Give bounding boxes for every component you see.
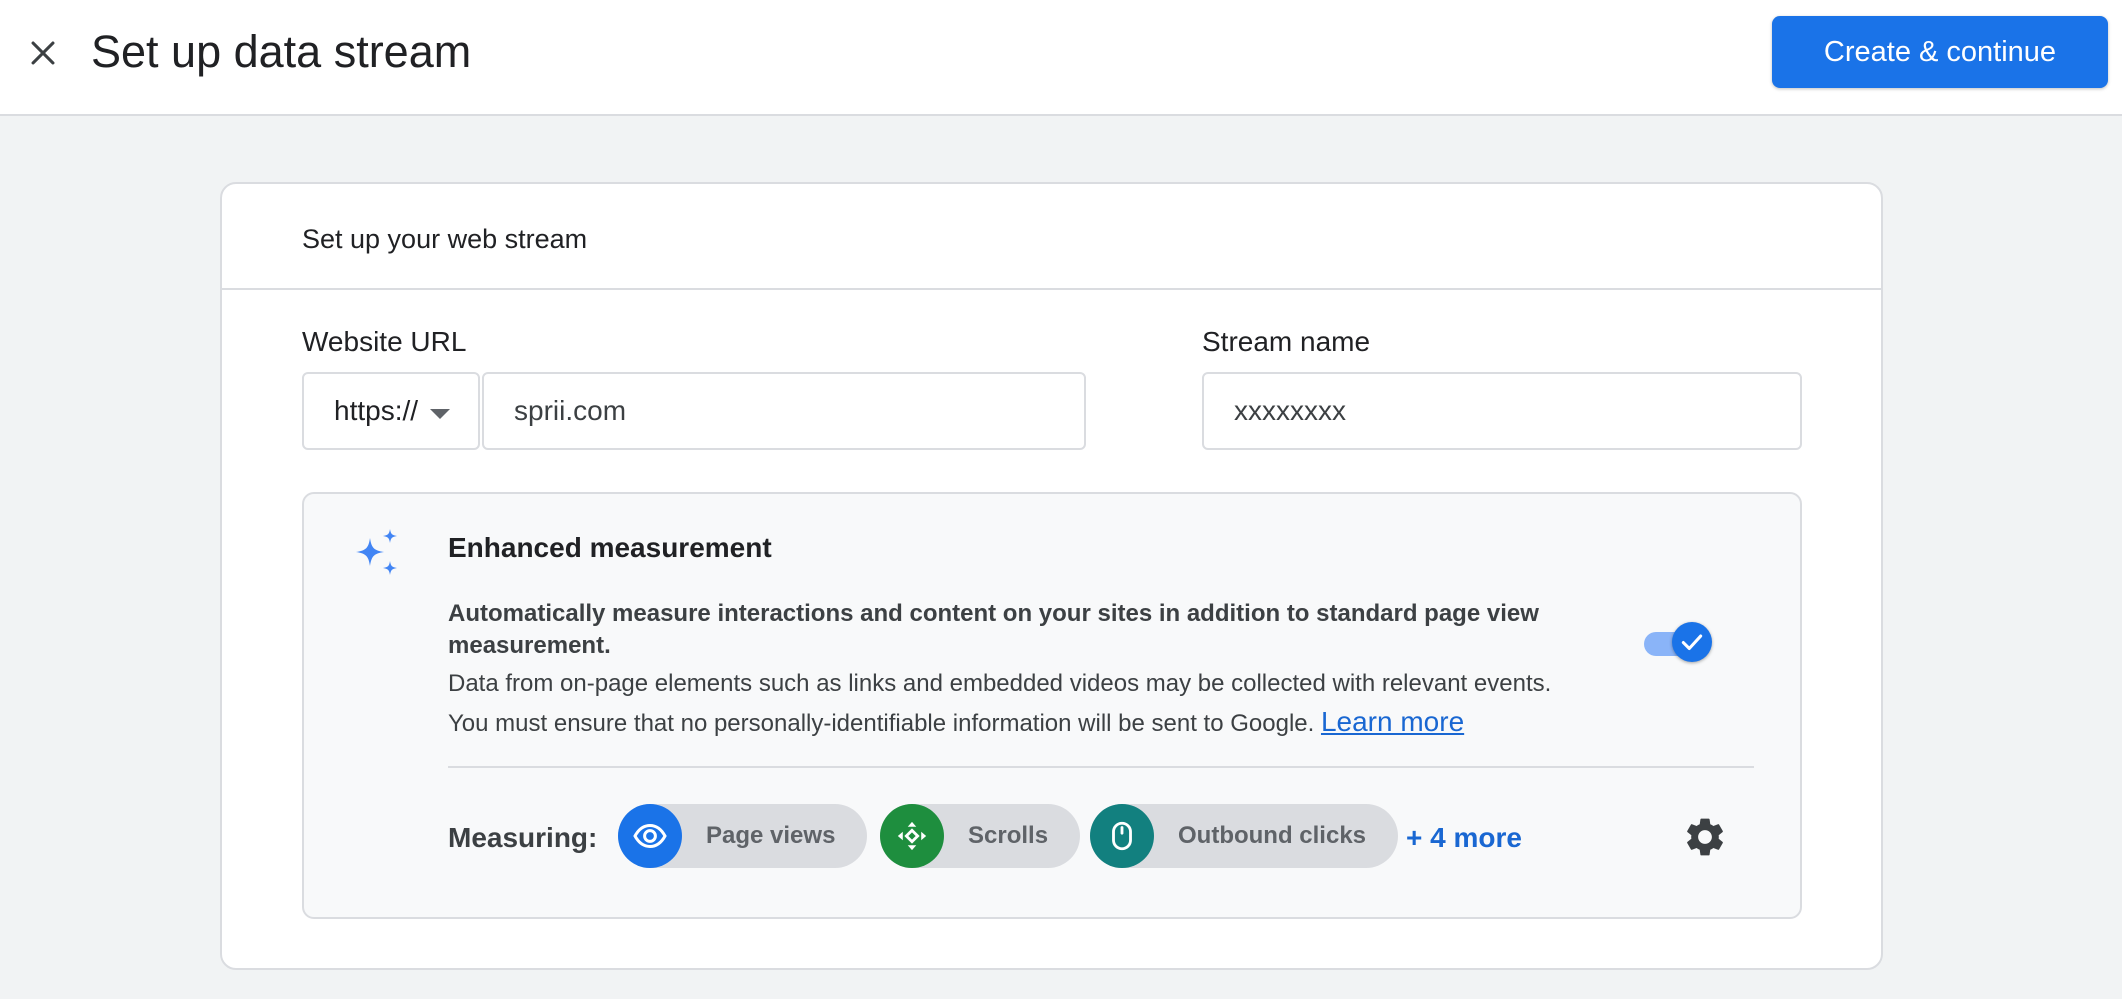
scroll-arrows-icon (880, 804, 944, 868)
privacy-text: You must ensure that no personally-ident… (448, 710, 1315, 737)
enhanced-measurement-title: Enhanced measurement (448, 532, 772, 563)
sparkle-icon (356, 529, 397, 575)
website-url-value: sprii.com (514, 395, 627, 426)
chip-label: Outbound clicks (1178, 822, 1367, 849)
more-events-link[interactable]: + 4 more (1406, 822, 1522, 854)
top-bar: Set up data stream Create & continue (0, 0, 2122, 116)
web-stream-card: Set up your web stream Website URL https… (220, 182, 1883, 970)
stream-name-input[interactable]: xxxxxxxx (1202, 372, 1802, 450)
card-header: Set up your web stream (222, 184, 1881, 290)
page-title: Set up data stream (91, 26, 472, 77)
enhanced-measurement-toggle[interactable] (1642, 620, 1718, 664)
website-url-input[interactable]: sprii.com (482, 372, 1086, 450)
close-icon (31, 41, 55, 65)
url-scheme-select[interactable]: https:// (302, 372, 480, 450)
create-continue-button[interactable]: Create & continue (1772, 16, 2108, 88)
stream-name-value: xxxxxxxx (1234, 395, 1346, 426)
website-url-label: Website URL (302, 326, 467, 357)
toggle-knob (1672, 622, 1712, 662)
measuring-label: Measuring: (448, 822, 598, 853)
stream-name-label: Stream name (1202, 326, 1371, 357)
chevron-down-icon (430, 409, 450, 419)
chip-page-views[interactable]: Page views (618, 804, 868, 868)
mouse-icon (1090, 804, 1154, 868)
check-icon (1681, 634, 1703, 651)
chip-label: Scrolls (968, 822, 1049, 849)
chip-outbound-clicks[interactable]: Outbound clicks (1090, 804, 1399, 868)
chip-scrolls[interactable]: Scrolls (880, 804, 1081, 868)
divider (448, 766, 1754, 768)
learn-more-link[interactable]: Learn more (1321, 706, 1464, 737)
chip-label: Page views (706, 822, 836, 849)
card-title: Set up your web stream (302, 224, 588, 254)
url-scheme-value: https:// (334, 395, 419, 426)
eye-icon (618, 804, 682, 868)
close-button[interactable] (20, 30, 66, 76)
gear-icon[interactable] (1682, 814, 1728, 860)
enhanced-measurement-privacy: You must ensure that no personally-ident… (448, 706, 1588, 740)
enhanced-measurement-panel: Enhanced measurement Automatically measu… (302, 492, 1802, 919)
enhanced-measurement-detail: Data from on-page elements such as links… (448, 670, 1552, 697)
enhanced-measurement-summary: Automatically measure interactions and c… (448, 600, 1539, 659)
